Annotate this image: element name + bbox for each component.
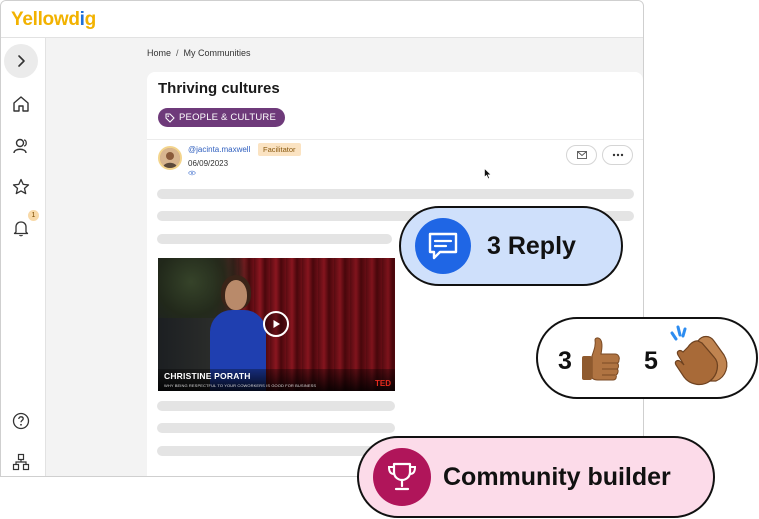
top-bar: Yellowdig <box>1 1 643 38</box>
more-options-button[interactable] <box>602 145 633 165</box>
text-placeholder <box>157 234 392 244</box>
play-icon <box>273 320 280 328</box>
community-builder-callout: Community builder <box>357 436 715 518</box>
chevron-right-icon <box>18 55 25 67</box>
trophy-icon <box>387 462 417 491</box>
text-placeholder <box>157 423 395 433</box>
reply-icon-circle <box>415 218 471 274</box>
avatar-image <box>160 148 180 168</box>
sidebar: 1 <box>1 38 46 476</box>
people-icon[interactable] <box>11 136 31 156</box>
ted-logo: TED <box>375 379 391 388</box>
role-badge: Facilitator <box>258 143 301 156</box>
mail-icon <box>576 151 587 159</box>
text-placeholder <box>157 446 395 456</box>
talk-title: WHY BEING RESPECTFUL TO YOUR COWORKERS I… <box>164 383 317 388</box>
clapping-hands-icon <box>670 325 728 386</box>
play-button[interactable] <box>263 311 289 337</box>
speaker-head <box>225 280 247 310</box>
tag-icon <box>165 113 175 123</box>
ellipsis-icon <box>612 153 623 157</box>
divider <box>147 139 643 140</box>
home-icon[interactable] <box>11 94 31 114</box>
message-button[interactable] <box>566 145 597 165</box>
clap-count: 5 <box>644 347 658 375</box>
mouse-cursor-icon <box>484 168 492 180</box>
thumbs-up-count: 3 <box>558 347 572 375</box>
eye-icon <box>188 170 196 176</box>
sidebar-toggle-button[interactable] <box>4 44 38 78</box>
reply-count-label: 3 Reply <box>487 232 576 260</box>
thumbs-up-icon <box>582 337 620 381</box>
text-placeholder <box>157 401 395 411</box>
author-username[interactable]: @jacinta.maxwell <box>188 145 250 154</box>
breadcrumb-current[interactable]: My Communities <box>184 48 251 58</box>
star-icon[interactable] <box>11 177 31 197</box>
community-builder-label: Community builder <box>443 463 671 491</box>
reactions-callout: 3 5 <box>536 317 758 399</box>
help-icon[interactable] <box>11 411 31 431</box>
text-placeholder <box>157 189 634 199</box>
topic-tag-label: PEOPLE & CULTURE <box>179 112 276 123</box>
video-player[interactable]: CHRISTINE PORATH WHY BEING RESPECTFUL TO… <box>158 258 395 391</box>
yellowdig-logo[interactable]: Yellowdig <box>11 9 96 31</box>
sitemap-icon[interactable] <box>11 452 31 472</box>
breadcrumb-home[interactable]: Home <box>147 48 171 58</box>
breadcrumb: Home / My Communities <box>147 48 251 58</box>
topic-tag[interactable]: PEOPLE & CULTURE <box>158 108 285 127</box>
chat-bubble-icon <box>428 232 458 260</box>
community-title: Thriving cultures <box>158 80 280 97</box>
post-date: 06/09/2023 <box>188 159 229 168</box>
bell-icon[interactable] <box>11 218 31 238</box>
builder-icon-circle <box>373 448 431 506</box>
reply-count-callout: 3 Reply <box>399 206 623 286</box>
speaker-name: CHRISTINE PORATH <box>164 371 251 381</box>
avatar[interactable] <box>158 146 182 170</box>
stage-foliage <box>158 258 268 318</box>
breadcrumb-separator: / <box>176 48 179 58</box>
notification-badge: 1 <box>28 210 39 221</box>
